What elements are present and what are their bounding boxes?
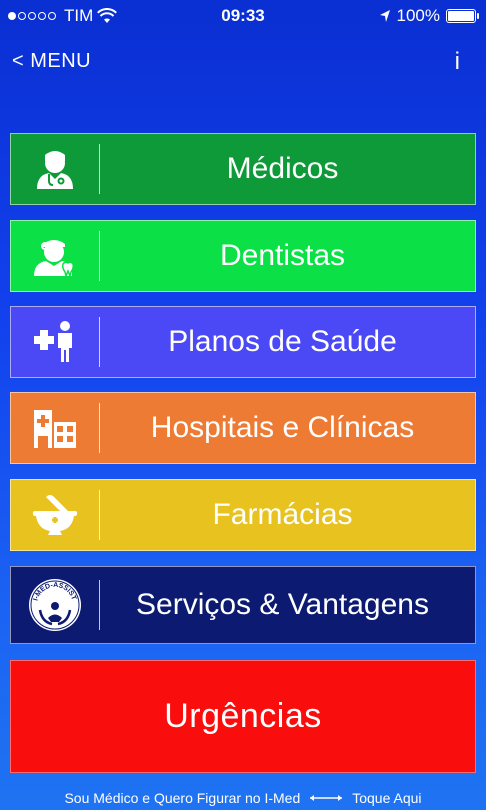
status-right: 100% — [379, 6, 479, 26]
battery-icon — [446, 9, 479, 23]
dentistas-label: Dentistas — [219, 239, 346, 272]
toque-aqui-link[interactable]: Toque Aqui — [352, 790, 421, 806]
servicos-button[interactable]: I-MED-ASSIST Serviços & Vantagens — [10, 566, 476, 644]
health-plan-icon — [11, 307, 99, 377]
double-arrow-icon — [310, 795, 343, 801]
medicos-label: Médicos — [226, 152, 339, 185]
mortar-pestle-icon — [11, 480, 99, 550]
back-menu-button[interactable]: < MENU — [12, 50, 91, 73]
servicos-label: Serviços & Vantagens — [136, 588, 429, 621]
battery-percent: 100% — [396, 6, 440, 25]
info-button[interactable]: i — [455, 48, 460, 76]
urgencias-label: Urgências — [164, 697, 322, 735]
footer-text: Sou Médico e Quero Figurar no I-Med — [64, 790, 301, 806]
i-med-assist-logo: I-MED-ASSIST — [11, 567, 99, 643]
dentist-icon — [11, 221, 99, 291]
doctor-icon — [11, 134, 99, 204]
nav-bar: < MENU i — [0, 46, 486, 76]
medicos-button[interactable]: Médicos — [10, 133, 476, 205]
urgencias-button[interactable]: Urgências — [10, 660, 476, 773]
hospital-icon — [11, 393, 99, 463]
farmacias-label: Farmácias — [212, 498, 353, 531]
location-arrow-icon — [379, 10, 390, 22]
planos-button[interactable]: Planos de Saúde — [10, 306, 476, 378]
farmacias-button[interactable]: Farmácias — [10, 479, 476, 551]
planos-label: Planos de Saúde — [168, 325, 397, 358]
dentistas-button[interactable]: Dentistas — [10, 220, 476, 292]
status-bar: TIM 09:33 100% — [0, 0, 486, 32]
footer: Sou Médico e Quero Figurar no I-Med Toqu… — [0, 790, 486, 806]
hospitais-label: Hospitais e Clínicas — [150, 411, 415, 444]
hospitais-button[interactable]: Hospitais e Clínicas — [10, 392, 476, 464]
